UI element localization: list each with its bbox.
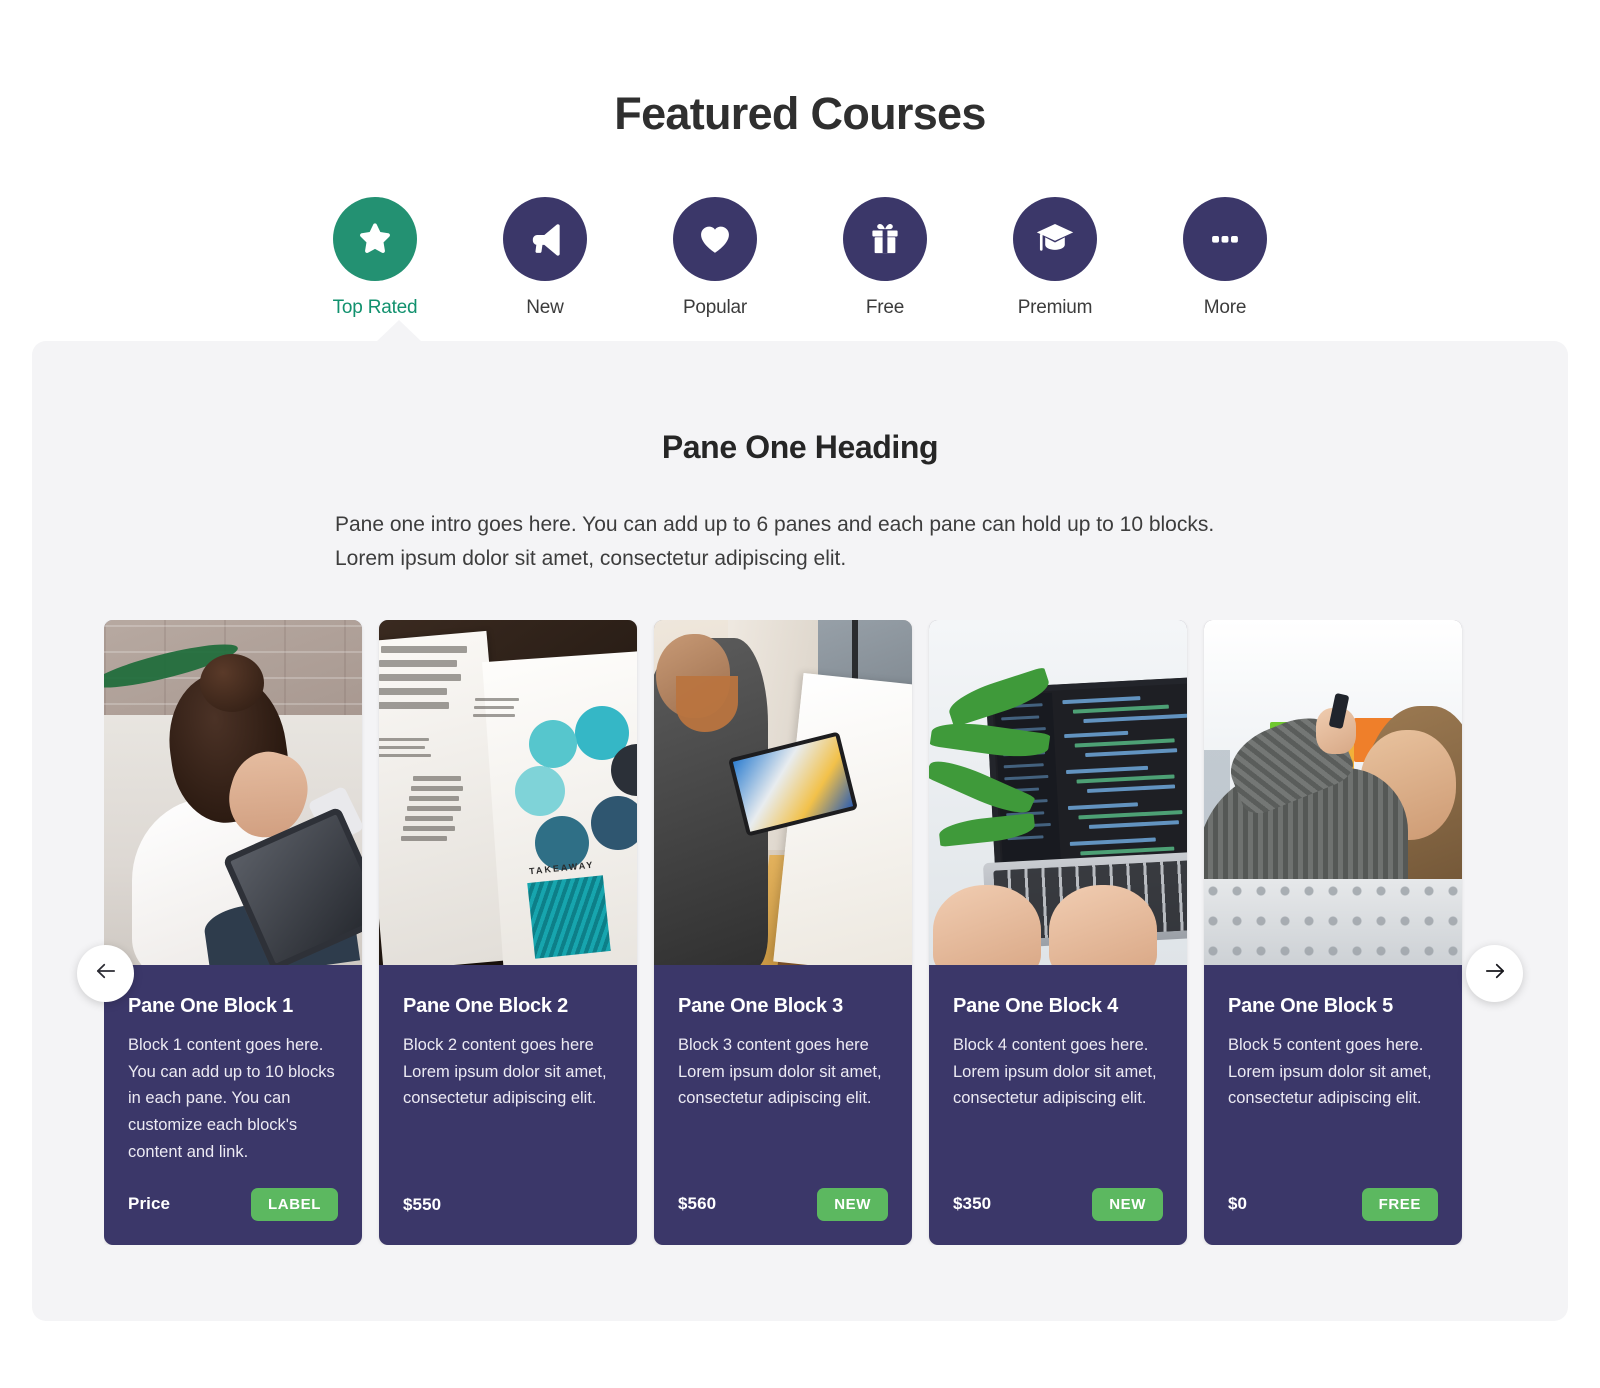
card-price: $550 — [403, 1194, 442, 1214]
carousel-next-button[interactable] — [1466, 945, 1523, 1003]
card-footer: $560 NEW — [654, 1166, 912, 1245]
tab-icon-circle — [843, 197, 927, 281]
card-footer: $0 FREE — [1204, 1166, 1462, 1245]
card-image-open-book-with-cycle-diagram: TAKEAWAY — [379, 620, 637, 966]
active-tab-pointer — [376, 320, 422, 342]
card-image-hands-typing-on-laptop-code — [929, 620, 1187, 966]
card-image-man-holding-tablet-by-easel — [654, 620, 912, 966]
ellipsis-icon — [1207, 221, 1243, 257]
tab-icon-circle — [673, 197, 757, 281]
course-card[interactable]: Pane One Block 5 Block 5 content goes he… — [1204, 620, 1462, 1245]
tab-label: Popular — [682, 297, 748, 318]
card-image-woman-drawing-on-tablet — [104, 620, 362, 966]
tab-label: New — [526, 297, 564, 318]
carousel-prev-button[interactable] — [77, 945, 134, 1003]
tab-icon-circle — [503, 197, 587, 281]
tab-label: Free — [865, 297, 905, 318]
tab-top-rated[interactable]: Top Rated — [332, 197, 418, 319]
tab-free[interactable]: Free — [843, 197, 927, 319]
card-badge[interactable]: NEW — [1092, 1187, 1163, 1221]
tab-more[interactable]: More — [1183, 197, 1267, 319]
card-price: $560 — [678, 1194, 717, 1214]
card-body: Pane One Block 2 Block 2 content goes he… — [379, 965, 637, 1167]
card-description: Block 2 content goes here Lorem ipsum do… — [403, 1036, 607, 1108]
card-price: Price — [128, 1194, 171, 1214]
star-icon — [355, 219, 395, 259]
tab-icon-circle — [333, 197, 417, 281]
card-title: Pane One Block 1 — [128, 995, 293, 1018]
card-badge[interactable]: LABEL — [251, 1187, 338, 1221]
card-title: Pane One Block 4 — [953, 995, 1118, 1018]
card-description: Block 4 content goes here. Lorem ipsum d… — [953, 1036, 1157, 1108]
card-footer: $550 — [379, 1167, 637, 1245]
card-body: Pane One Block 4 Block 4 content goes he… — [929, 965, 1187, 1166]
card-badge[interactable]: FREE — [1361, 1187, 1438, 1221]
tab-popular[interactable]: Popular — [673, 197, 757, 319]
gift-icon — [867, 221, 903, 257]
card-title: Pane One Block 5 — [1228, 995, 1393, 1018]
tab-label: More — [1203, 297, 1247, 318]
tab-label: Premium — [1017, 297, 1093, 318]
page-title: Featured Courses — [614, 88, 986, 139]
card-footer: Price LABEL — [104, 1166, 362, 1245]
card-footer: $350 NEW — [929, 1166, 1187, 1245]
pane-heading: Pane One Heading — [661, 429, 939, 465]
megaphone-icon — [525, 219, 565, 259]
card-description: Block 5 content goes here. Lorem ipsum d… — [1228, 1036, 1432, 1108]
heart-icon — [696, 220, 734, 258]
course-card[interactable]: Pane One Block 3 Block 3 content goes he… — [654, 620, 912, 1245]
pane-one-panel: Pane One Heading Pane one intro goes her… — [32, 320, 1568, 1321]
course-carousel: Pane One Block 1 Block 1 content goes he… — [32, 620, 1568, 1245]
card-description: Block 1 content goes here. You can add u… — [128, 1036, 335, 1161]
card-list: Pane One Block 1 Block 1 content goes he… — [104, 620, 1496, 1245]
card-price: $350 — [953, 1194, 992, 1214]
card-body: Pane One Block 5 Block 5 content goes he… — [1204, 965, 1462, 1166]
tab-label: Top Rated — [332, 297, 418, 318]
card-body: Pane One Block 3 Block 3 content goes he… — [654, 965, 912, 1166]
card-price: $0 — [1228, 1194, 1248, 1214]
tab-icon-circle — [1013, 197, 1097, 281]
card-image-woman-with-sticky-notes-on-window — [1204, 620, 1462, 966]
tab-icon-circle — [1183, 197, 1267, 281]
course-card[interactable]: Pane One Block 4 Block 4 content goes he… — [929, 620, 1187, 1245]
tab-premium[interactable]: Premium — [1013, 197, 1097, 319]
card-title: Pane One Block 3 — [678, 995, 843, 1018]
course-card[interactable]: Pane One Block 1 Block 1 content goes he… — [104, 620, 362, 1245]
course-card[interactable]: TAKEAWAY Pane One Block 2 Block 2 conten… — [379, 620, 637, 1245]
card-description: Block 3 content goes here Lorem ipsum do… — [678, 1036, 882, 1108]
category-tabs: Top Rated New Popular Free Premium More — [0, 197, 1600, 319]
card-body: Pane One Block 1 Block 1 content goes he… — [104, 965, 362, 1166]
arrow-right-icon — [1481, 957, 1509, 990]
pane-intro-text: Pane one intro goes here. You can add up… — [335, 513, 1215, 571]
tab-new[interactable]: New — [503, 197, 587, 319]
arrow-left-icon — [92, 957, 120, 990]
card-title: Pane One Block 2 — [403, 995, 568, 1018]
graduation-cap-icon — [1034, 218, 1076, 260]
card-badge[interactable]: NEW — [817, 1187, 888, 1221]
